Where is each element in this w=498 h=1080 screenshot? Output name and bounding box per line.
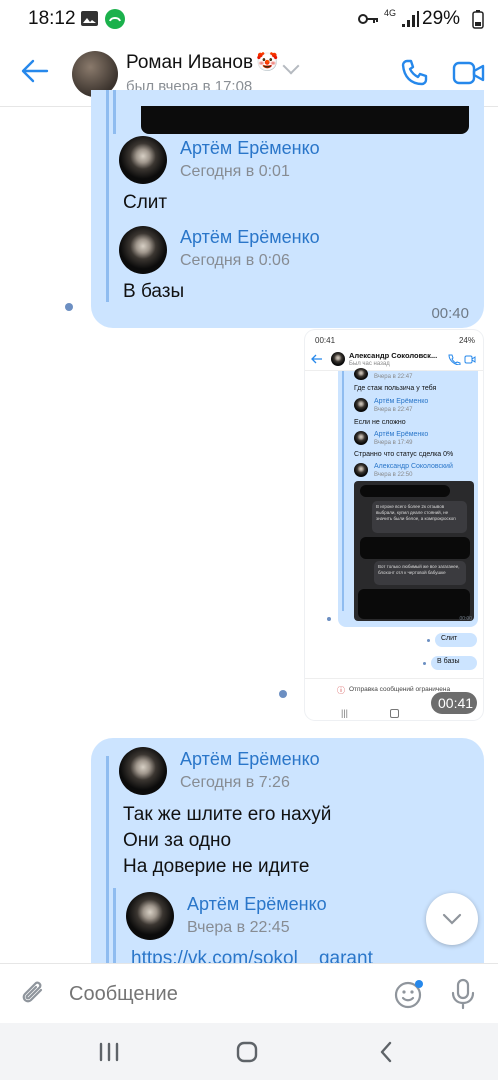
forward-text-line: Так же шлите его нахуй bbox=[123, 804, 332, 825]
inner-notice: Отправка сообщений ограничена bbox=[349, 686, 451, 693]
image-time-pill: 00:41 bbox=[431, 692, 477, 714]
inner-back-icon bbox=[311, 354, 322, 364]
inner-row-time: Вчера в 17:49 bbox=[374, 440, 413, 446]
message-time: 00:41 bbox=[438, 695, 474, 711]
inner-avatar bbox=[354, 398, 368, 412]
recent-apps-icon[interactable] bbox=[98, 1042, 120, 1062]
message-bubble-forwarded[interactable]: Артём Ерёменко Сегодня в 0:01 Слит Артём… bbox=[91, 90, 484, 328]
inner-author: Артём Ерёменко bbox=[374, 431, 429, 438]
inner-nav-home bbox=[390, 709, 399, 718]
forward-time: Сегодня в 0:01 bbox=[180, 163, 290, 180]
inner-row-text: Где стаж пользича у тебя bbox=[354, 385, 437, 392]
inner-bubble: Вчера в 22:47 Где стаж пользича у тебя А… bbox=[338, 368, 478, 627]
emoji-icon[interactable] bbox=[393, 978, 425, 1010]
inner-row-time: Вчера в 22:47 bbox=[374, 374, 413, 380]
inner-avatar bbox=[354, 368, 368, 380]
inner-out-msg: В базы bbox=[437, 658, 460, 665]
scroll-down-button[interactable] bbox=[426, 893, 478, 945]
inner-avatar bbox=[354, 431, 368, 445]
status-bar: 18:12 4G 29% bbox=[0, 0, 498, 38]
inner-author: Александр Соколовский bbox=[374, 463, 453, 470]
avatar bbox=[126, 892, 174, 940]
unread-dot bbox=[65, 303, 73, 311]
image-icon bbox=[81, 11, 98, 26]
message-time: 00:40 bbox=[431, 305, 469, 322]
inner-status-time: 00:41 bbox=[315, 336, 336, 345]
forward-bar bbox=[106, 756, 109, 978]
chevron-down-icon bbox=[442, 913, 462, 925]
inner-row-time: Вчера в 22:50 bbox=[374, 472, 413, 478]
inner-row-text: Если не сложно bbox=[354, 419, 406, 426]
system-nav-bar bbox=[0, 1023, 498, 1080]
back-arrow-icon[interactable] bbox=[20, 58, 50, 84]
forward-text-line: Они за одно bbox=[123, 830, 232, 851]
green-app-icon bbox=[105, 9, 125, 29]
forward-author[interactable]: Артём Ерёменко bbox=[180, 138, 320, 159]
contact-name[interactable]: Роман Иванов bbox=[126, 52, 253, 74]
battery-icon bbox=[472, 10, 484, 29]
unread-dot bbox=[279, 690, 287, 698]
inner-dark-msg: В игроке всего более 2к отзывов выбрали,… bbox=[376, 504, 456, 521]
home-icon[interactable] bbox=[236, 1041, 258, 1063]
battery-percent: 29% bbox=[422, 8, 461, 29]
message-input[interactable] bbox=[69, 983, 319, 1006]
inner-row-time: Вчера в 22:47 bbox=[374, 407, 413, 413]
video-call-icon[interactable] bbox=[452, 60, 486, 86]
inner-contact-status: Был час назад bbox=[349, 361, 390, 367]
forward-text: В базы bbox=[123, 281, 185, 302]
forward-time: Сегодня в 7:26 bbox=[180, 774, 290, 791]
inner-row-text: Странно что статус сделка 0% bbox=[354, 451, 454, 458]
avatar bbox=[119, 226, 167, 274]
inner-avatar bbox=[331, 352, 345, 366]
hidden-image bbox=[141, 106, 469, 134]
chevron-down-icon[interactable] bbox=[282, 57, 300, 75]
inner-author: Артём Ерёменко bbox=[374, 398, 429, 405]
phone-call-icon[interactable] bbox=[400, 58, 430, 88]
avatar bbox=[119, 747, 167, 795]
paperclip-icon[interactable] bbox=[20, 979, 48, 1009]
message-bubble-forwarded[interactable]: Артём Ерёменко Сегодня в 7:26 Так же шли… bbox=[91, 738, 484, 978]
forward-author[interactable]: Артём Ерёменко bbox=[180, 227, 320, 248]
back-nav-icon[interactable] bbox=[378, 1040, 394, 1064]
inner-battery: 24% bbox=[458, 336, 475, 345]
forward-text-line: На доверие не идите bbox=[123, 856, 310, 877]
inner-warning-icon: ⓘ bbox=[337, 686, 345, 695]
inner-contact: Александр Соколовск... bbox=[349, 351, 438, 360]
inner-dark-msg: Вот только любимый же все загаганее, бло… bbox=[378, 564, 460, 575]
forward-bar bbox=[106, 90, 109, 302]
forward-author[interactable]: Артём Ерёменко bbox=[180, 749, 320, 770]
inner-out-msg: Слит bbox=[441, 635, 458, 642]
nested-time: Вчера в 22:45 bbox=[187, 919, 290, 936]
inner-avatar bbox=[354, 463, 368, 477]
avatar bbox=[119, 136, 167, 184]
image-message[interactable]: 00:41 24% Александр Соколовск... Был час… bbox=[305, 330, 483, 720]
network-type: 4G bbox=[384, 8, 397, 18]
forward-time: Сегодня в 0:06 bbox=[180, 252, 290, 269]
key-icon bbox=[358, 14, 378, 24]
forward-text: Слит bbox=[123, 192, 168, 213]
inner-call-icons bbox=[448, 354, 476, 365]
nested-author[interactable]: Артём Ерёменко bbox=[187, 894, 327, 915]
inner-image: В игроке всего более 2к отзывов выбрали,… bbox=[354, 481, 474, 621]
inner-nav-recent: ||| bbox=[341, 708, 349, 718]
microphone-icon[interactable] bbox=[450, 978, 476, 1010]
compose-bar bbox=[0, 963, 498, 1024]
status-time: 18:12 bbox=[28, 8, 76, 29]
signal-icon bbox=[402, 11, 419, 27]
inner-time: 00:00 bbox=[459, 616, 472, 622]
clown-emoji: 🤡 bbox=[256, 52, 279, 72]
forward-bar-nested bbox=[113, 90, 116, 134]
